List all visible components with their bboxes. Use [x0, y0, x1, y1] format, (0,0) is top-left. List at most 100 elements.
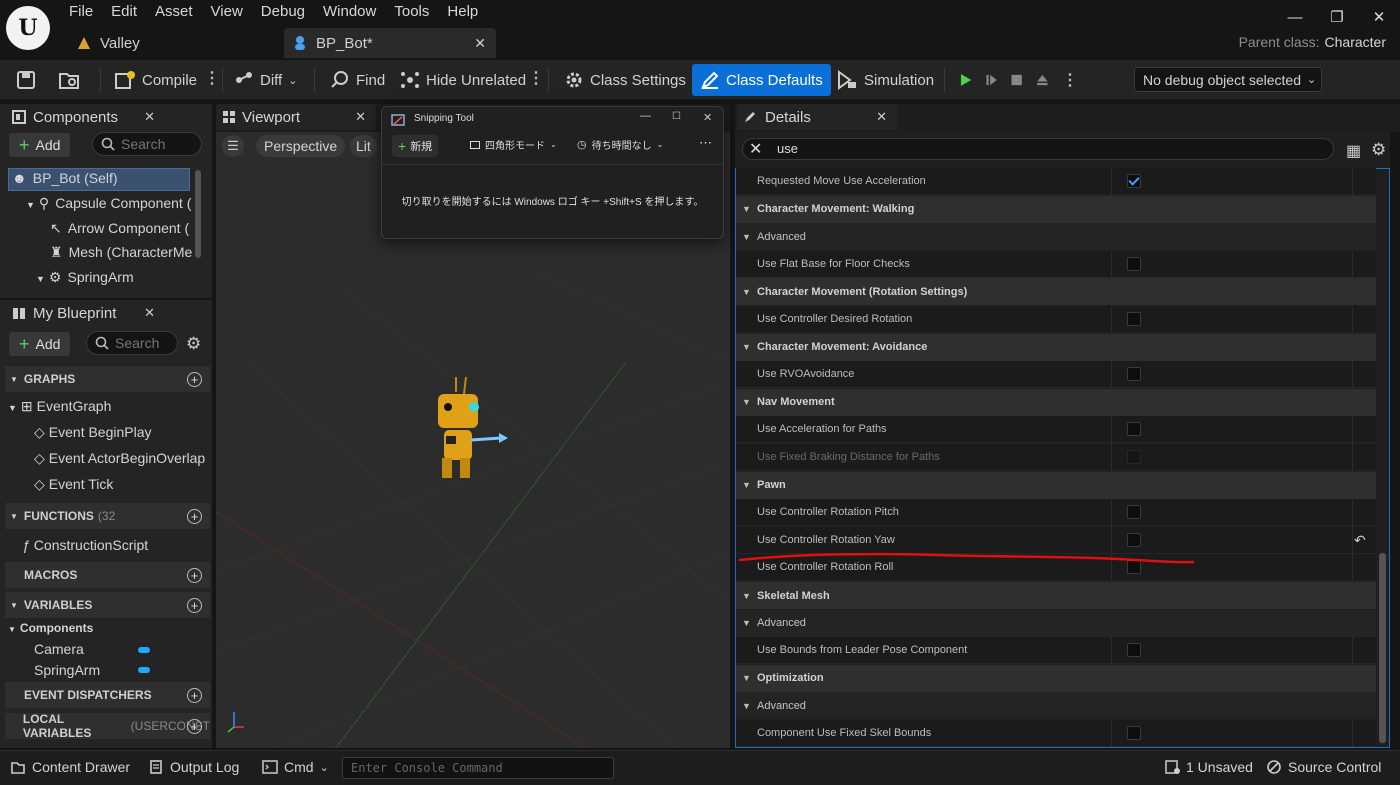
details-search-input[interactable]: use — [777, 141, 798, 156]
property-checkbox[interactable] — [1127, 367, 1141, 382]
blueprint-search-input[interactable] — [115, 335, 175, 351]
menu-view[interactable]: View — [202, 2, 252, 24]
debug-object-select[interactable]: No debug object selected ⌄ — [1134, 67, 1322, 92]
stop-icon[interactable] — [1010, 71, 1023, 89]
details-category[interactable]: ▼ Character Movement: Walking — [736, 195, 1376, 223]
menu-asset[interactable]: Asset — [146, 2, 202, 24]
close-panel-icon[interactable]: ✕ — [144, 305, 155, 321]
menu-tools[interactable]: Tools — [385, 2, 438, 24]
close-tab-icon[interactable]: ✕ — [474, 35, 486, 52]
close-window-icon[interactable]: ✕ — [703, 111, 712, 124]
property-checkbox[interactable] — [1127, 422, 1141, 437]
lit-button[interactable]: Lit — [350, 135, 377, 157]
clear-search-icon[interactable]: ✕ — [749, 139, 762, 159]
event-tick[interactable]: ◇ Event Tick — [34, 476, 210, 493]
add-graph-icon[interactable]: + — [187, 371, 202, 387]
column-divider[interactable] — [1111, 444, 1112, 471]
details-advanced-group[interactable]: ▼ Advanced — [736, 609, 1376, 637]
event-actorbeginoverlap[interactable]: ◇ Event ActorBeginOverlap — [34, 450, 210, 467]
gear-icon[interactable]: ⚙ — [186, 334, 201, 354]
snip-new-button[interactable]: + 新規 — [392, 135, 439, 157]
component-self[interactable]: ☻ BP_Bot (Self) — [12, 170, 118, 186]
components-search[interactable] — [92, 132, 202, 156]
event-dispatchers-section[interactable]: EVENT DISPATCHERS + — [5, 682, 210, 708]
find-options-icon[interactable]: ⋮ — [528, 68, 544, 88]
details-category[interactable]: ▼ Character Movement: Avoidance — [736, 333, 1376, 361]
simulation-button[interactable]: Simulation — [836, 64, 934, 96]
restore-icon[interactable]: ❐ — [1316, 0, 1358, 34]
column-divider[interactable] — [1111, 168, 1112, 195]
class-defaults-button[interactable]: Class Defaults — [692, 64, 831, 96]
add-macro-icon[interactable]: + — [187, 567, 202, 583]
details-search[interactable]: ✕ use — [742, 138, 1334, 160]
components-search-input[interactable] — [121, 136, 201, 152]
graphs-section[interactable]: ▼ GRAPHS + — [5, 366, 210, 392]
macros-section[interactable]: MACROS + — [5, 562, 210, 588]
components-scrollbar[interactable] — [195, 170, 201, 258]
component-arrow[interactable]: ↖ Arrow Component ( — [50, 220, 192, 237]
menu-debug[interactable]: Debug — [252, 2, 314, 24]
compile-button[interactable]: Compile — [114, 64, 197, 96]
step-icon[interactable] — [985, 70, 998, 90]
column-divider[interactable] — [1111, 416, 1112, 444]
hide-unrelated-button[interactable]: Hide Unrelated — [400, 64, 526, 96]
perspective-button[interactable]: Perspective — [256, 135, 346, 157]
construction-script-item[interactable]: ƒ ConstructionScript — [22, 537, 148, 553]
close-window-icon[interactable]: ✕ — [1358, 0, 1400, 34]
column-divider[interactable] — [1111, 361, 1112, 389]
unreal-logo[interactable]: U — [6, 6, 50, 50]
add-dispatcher-icon[interactable]: + — [187, 687, 202, 703]
add-local-variable-icon[interactable]: + — [187, 718, 202, 734]
close-panel-icon[interactable]: ✕ — [876, 109, 887, 125]
minimize-icon[interactable]: — — [1274, 0, 1316, 34]
eventgraph-item[interactable]: ▼ ⊞ EventGraph — [8, 398, 111, 415]
details-scrollbar[interactable] — [1379, 553, 1386, 743]
play-icon[interactable] — [958, 70, 973, 90]
property-checkbox[interactable] — [1127, 312, 1141, 326]
components-tab[interactable]: Components ✕ — [5, 104, 165, 130]
local-variables-section[interactable]: LOCAL VARIABLES (USERCONST + — [5, 712, 210, 740]
more-options-icon[interactable]: ⋯ — [699, 135, 712, 151]
menu-file[interactable]: File — [60, 2, 102, 24]
eject-icon[interactable] — [1035, 70, 1050, 90]
variables-components-category[interactable]: ▼ Components — [8, 621, 93, 635]
maximize-icon[interactable]: ☐ — [672, 111, 681, 122]
add-variable-icon[interactable]: + — [187, 597, 202, 613]
event-beginplay[interactable]: ◇ Event BeginPlay — [34, 424, 210, 441]
menu-window[interactable]: Window — [314, 2, 385, 24]
snip-delay-dropdown[interactable]: ◷ 待ち時間なし ⌄ — [577, 137, 663, 152]
viewport-menu-icon[interactable]: ☰ — [222, 135, 244, 157]
close-panel-icon[interactable]: ✕ — [144, 109, 155, 125]
variable-camera[interactable]: Camera — [34, 641, 84, 657]
variable-springarm[interactable]: SpringArm — [34, 662, 100, 678]
property-checkbox[interactable] — [1127, 726, 1141, 740]
add-component-button[interactable]: + Add — [9, 133, 71, 157]
functions-section[interactable]: ▼ FUNCTIONS (32 + — [5, 503, 210, 529]
property-checkbox[interactable] — [1127, 174, 1141, 188]
viewport-tab[interactable]: Viewport ✕ — [216, 104, 376, 130]
content-drawer-button[interactable]: Content Drawer — [10, 759, 130, 775]
play-options-icon[interactable]: ⋮ — [1062, 70, 1078, 90]
tab-valley[interactable]: Valley — [70, 28, 280, 58]
details-category[interactable]: ▼ Nav Movement — [736, 388, 1376, 416]
source-control-button[interactable]: Source Control — [1266, 759, 1381, 775]
minimize-icon[interactable]: — — [640, 110, 651, 122]
property-checkbox[interactable] — [1127, 643, 1141, 658]
compile-options-icon[interactable]: ⋮ — [204, 68, 220, 88]
column-divider[interactable] — [1111, 250, 1112, 278]
variables-section[interactable]: ▼ VARIABLES + — [5, 592, 210, 618]
console-input[interactable]: Enter Console Command — [342, 757, 614, 779]
details-category[interactable]: ▼ Character Movement (Rotation Settings) — [736, 278, 1376, 306]
column-divider[interactable] — [1111, 637, 1112, 665]
add-function-icon[interactable]: + — [187, 508, 202, 524]
browse-icon[interactable] — [58, 64, 80, 96]
property-checkbox[interactable] — [1127, 505, 1141, 520]
property-checkbox[interactable] — [1127, 256, 1141, 271]
details-advanced-group[interactable]: ▼ Advanced — [736, 223, 1376, 251]
tab-bp-bot[interactable]: BP_Bot* ✕ — [284, 28, 496, 58]
details-advanced-group[interactable]: ▼ Advanced — [736, 692, 1376, 720]
column-divider[interactable] — [1111, 306, 1112, 333]
column-divider[interactable] — [1111, 499, 1112, 527]
save-icon[interactable] — [16, 64, 36, 96]
menu-help[interactable]: Help — [438, 2, 487, 24]
